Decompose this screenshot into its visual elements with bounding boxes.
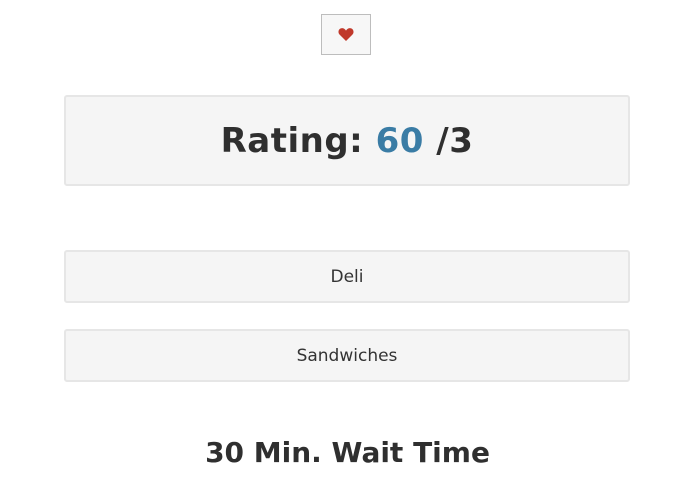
rating-max: /3 xyxy=(436,120,474,161)
favorite-button[interactable] xyxy=(321,14,371,55)
category-tag-deli[interactable]: Deli xyxy=(64,250,630,303)
category-tag-label: Deli xyxy=(330,266,364,287)
rating-panel: Rating: 60 /3 xyxy=(64,95,630,186)
category-tag-label: Sandwiches xyxy=(296,345,398,366)
rating-display: Rating: 60 /3 xyxy=(221,121,474,161)
category-tag-sandwiches[interactable]: Sandwiches xyxy=(64,329,630,382)
heart-icon xyxy=(338,27,354,42)
rating-value: 60 xyxy=(375,120,424,161)
rating-label: Rating: xyxy=(220,120,364,161)
wait-time-heading: 30 Min. Wait Time xyxy=(205,436,490,469)
